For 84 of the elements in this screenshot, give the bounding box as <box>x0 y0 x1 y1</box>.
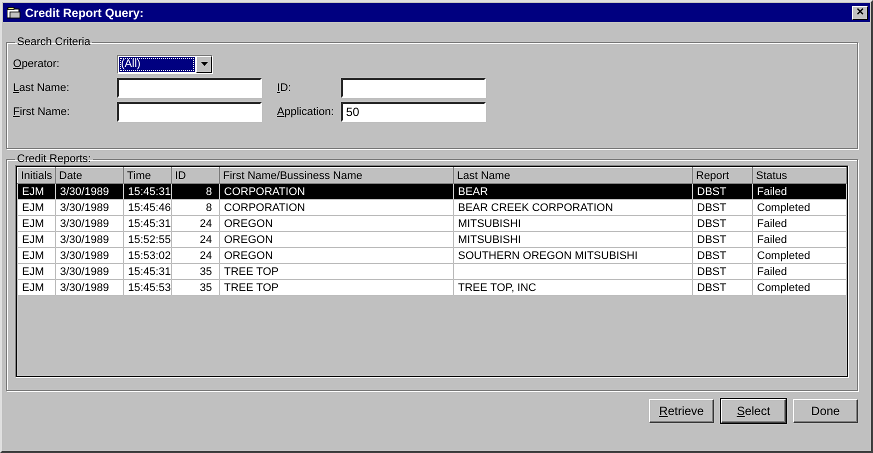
column-header[interactable]: Status <box>752 168 846 184</box>
table-cell[interactable]: 8 <box>172 184 220 200</box>
table-cell[interactable]: DBST <box>692 280 752 296</box>
table-cell[interactable]: BEAR CREEK CORPORATION <box>454 200 692 216</box>
table-cell[interactable]: 24 <box>172 248 220 264</box>
table-cell[interactable]: EJM <box>18 280 56 296</box>
table-cell[interactable]: 15:45:53 <box>124 280 172 296</box>
first-name-field[interactable] <box>117 102 262 122</box>
table-cell[interactable]: DBST <box>692 248 752 264</box>
field-label: First Name: <box>13 106 71 118</box>
column-header[interactable]: Last Name <box>454 168 692 184</box>
table-cell[interactable]: Completed <box>752 200 846 216</box>
last-name-field[interactable] <box>117 78 262 98</box>
dialog-button[interactable]: Done <box>793 399 858 423</box>
table-cell[interactable]: Failed <box>752 264 846 280</box>
table-cell[interactable]: Failed <box>752 216 846 232</box>
table-cell[interactable]: DBST <box>692 264 752 280</box>
table-cell[interactable]: 3/30/1989 <box>56 264 124 280</box>
table-cell[interactable]: MITSUBISHI <box>454 232 692 248</box>
column-header[interactable]: Report <box>692 168 752 184</box>
close-button[interactable]: ✕ <box>852 6 868 20</box>
table-cell[interactable]: OREGON <box>220 232 454 248</box>
table-cell[interactable]: EJM <box>18 184 56 200</box>
caret-icon <box>200 62 208 66</box>
table-cell[interactable]: 3/30/1989 <box>56 232 124 248</box>
table-cell[interactable]: EJM <box>18 264 56 280</box>
table-cell[interactable]: 3/30/1989 <box>56 280 124 296</box>
table-cell[interactable]: 15:45:31 <box>124 264 172 280</box>
table-cell[interactable]: BEAR <box>454 184 692 200</box>
table-cell[interactable]: EJM <box>18 200 56 216</box>
dropdown-button[interactable] <box>196 56 212 72</box>
table-cell[interactable]: 8 <box>172 200 220 216</box>
window-title: Credit Report Query: <box>25 6 145 20</box>
table-cell[interactable]: TREE TOP <box>220 264 454 280</box>
field-label: ID: <box>277 82 292 94</box>
table-cell[interactable]: Failed <box>752 184 846 200</box>
table-cell[interactable]: 15:45:46 <box>124 200 172 216</box>
field-label: Last Name: <box>13 82 70 94</box>
table-cell[interactable]: 24 <box>172 216 220 232</box>
group-title: Search Criteria <box>16 36 92 48</box>
table-cell[interactable]: OREGON <box>220 216 454 232</box>
table-cell[interactable]: 3/30/1989 <box>56 248 124 264</box>
table-cell[interactable]: SOUTHERN OREGON MITSUBISHI <box>454 248 692 264</box>
table-cell[interactable]: DBST <box>692 232 752 248</box>
dialog-button[interactable]: Retrieve <box>649 399 714 423</box>
table-cell[interactable]: 35 <box>172 280 220 296</box>
table-cell[interactable]: DBST <box>692 216 752 232</box>
table-cell[interactable]: DBST <box>692 184 752 200</box>
table-cell[interactable]: 15:52:55 <box>124 232 172 248</box>
table-cell[interactable]: 3/30/1989 <box>56 200 124 216</box>
table-cell[interactable]: 15:45:31 <box>124 184 172 200</box>
table-cell[interactable]: Completed <box>752 248 846 264</box>
column-header[interactable]: First Name/Bussiness Name <box>220 168 454 184</box>
table-cell[interactable]: 3/30/1989 <box>56 184 124 200</box>
table-cell[interactable]: 35 <box>172 264 220 280</box>
table-cell[interactable]: Failed <box>752 232 846 248</box>
table-cell[interactable]: 15:45:31 <box>124 216 172 232</box>
table-cell[interactable]: TREE TOP, INC <box>454 280 692 296</box>
column-header[interactable]: Date <box>56 168 124 184</box>
table-cell[interactable]: CORPORATION <box>220 200 454 216</box>
column-header[interactable]: Initials <box>18 168 56 184</box>
folder-icon <box>7 6 21 18</box>
table-cell[interactable] <box>454 264 692 280</box>
table-cell[interactable]: 24 <box>172 232 220 248</box>
column-header[interactable]: ID <box>172 168 220 184</box>
table-cell[interactable]: EJM <box>18 248 56 264</box>
dialog-button[interactable]: Select <box>721 399 786 423</box>
table-cell[interactable]: CORPORATION <box>220 184 454 200</box>
id-field[interactable] <box>341 78 486 98</box>
application-field[interactable]: 50 <box>341 102 486 122</box>
column-header[interactable]: Time <box>124 168 172 184</box>
table-cell[interactable]: MITSUBISHI <box>454 216 692 232</box>
group-title: Credit Reports: <box>16 153 92 165</box>
field-label: Application: <box>277 106 335 118</box>
table-cell[interactable]: DBST <box>692 200 752 216</box>
table-cell[interactable]: Completed <box>752 280 846 296</box>
operator-dropdown[interactable]: (All) <box>117 54 213 74</box>
table-cell[interactable]: TREE TOP <box>220 280 454 296</box>
table-cell[interactable]: 3/30/1989 <box>56 216 124 232</box>
table-cell[interactable]: EJM <box>18 232 56 248</box>
table-cell[interactable]: EJM <box>18 216 56 232</box>
table-cell[interactable]: 15:53:02 <box>124 248 172 264</box>
table-cell[interactable]: OREGON <box>220 248 454 264</box>
field-label: Operator: <box>13 58 60 70</box>
